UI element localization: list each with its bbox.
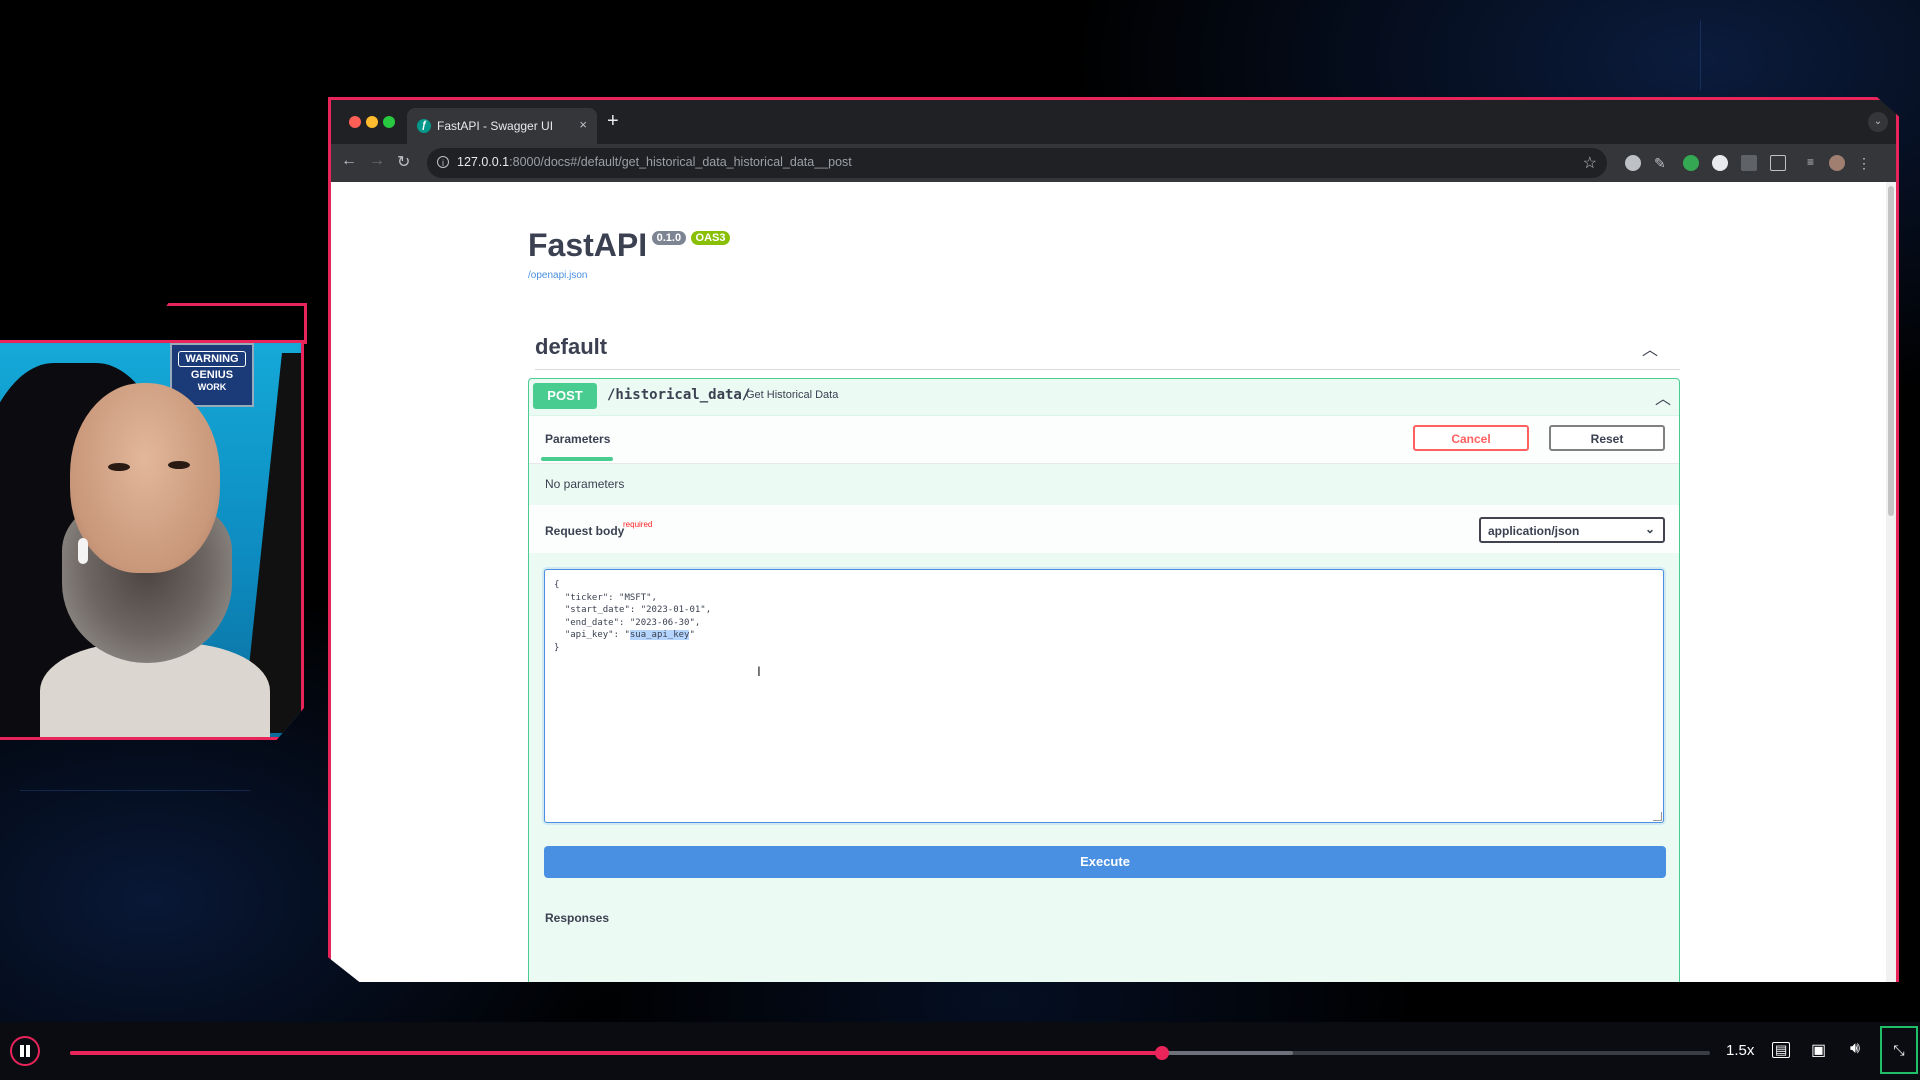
white-extension-icon[interactable] bbox=[1712, 155, 1728, 171]
json-close: } bbox=[554, 642, 560, 653]
close-window-button[interactable] bbox=[349, 116, 361, 128]
played-bar bbox=[70, 1051, 1163, 1055]
json-start-date: "start_date": "2023-01-01", bbox=[554, 605, 712, 615]
json-open: { bbox=[554, 580, 560, 590]
api-title: FastAPI bbox=[528, 227, 648, 263]
section-default[interactable]: default ︿ bbox=[535, 334, 1680, 370]
tab-title: FastAPI - Swagger UI bbox=[437, 119, 554, 133]
selected-api-key: sua_api_key bbox=[629, 630, 690, 640]
active-tab-indicator bbox=[541, 457, 613, 461]
exit-fullscreen-button[interactable]: ⤡ bbox=[1880, 1026, 1918, 1074]
back-icon[interactable]: ← bbox=[341, 152, 357, 170]
version-badge: 0.1.0 bbox=[651, 231, 687, 245]
required-marker: required bbox=[623, 520, 653, 529]
url-text: 127.0.0.1:8000/docs#/default/get_histori… bbox=[457, 155, 852, 169]
webcam-frame-tab bbox=[142, 303, 307, 344]
chevron-up-icon[interactable]: ︿ bbox=[1642, 336, 1658, 360]
volume-icon[interactable]: 🔊︎ bbox=[1850, 1040, 1860, 1058]
earbud bbox=[78, 538, 88, 564]
pause-button[interactable] bbox=[10, 1036, 40, 1066]
playback-speed-button[interactable]: 1.5x bbox=[1726, 1042, 1754, 1059]
picture-in-picture-icon[interactable]: ▣ bbox=[1811, 1040, 1826, 1060]
page-scrollbar[interactable] bbox=[1886, 182, 1896, 982]
json-api-key-suffix: " bbox=[689, 630, 695, 640]
tab-bar: ƒ FastAPI - Swagger UI × + ⌄ bbox=[331, 100, 1896, 144]
extension-icon[interactable] bbox=[1625, 155, 1641, 171]
info-icon[interactable]: i bbox=[437, 156, 449, 168]
poster-work-text: WORK bbox=[197, 382, 227, 392]
content-type-select[interactable]: application/json ⌄ bbox=[1479, 517, 1665, 543]
cancel-button[interactable]: Cancel bbox=[1413, 425, 1529, 451]
extensions-icon[interactable] bbox=[1770, 155, 1786, 171]
operation-block: POST /historical_data/ Get Historical Da… bbox=[528, 378, 1680, 982]
toolbar: ← → ↻ i 127.0.0.1:8000/docs#/default/get… bbox=[331, 144, 1896, 182]
progress-handle[interactable] bbox=[1155, 1046, 1170, 1060]
tab-parameters[interactable]: Parameters bbox=[545, 432, 610, 446]
menu-icon[interactable]: ⋮ bbox=[1857, 155, 1873, 171]
reset-button[interactable]: Reset bbox=[1549, 425, 1665, 451]
json-ticker: "ticker": "MSFT", bbox=[554, 592, 657, 603]
maximize-window-button[interactable] bbox=[383, 116, 395, 128]
method-badge: POST bbox=[533, 383, 597, 409]
decorative-line bbox=[20, 790, 250, 791]
video-player-bar: 1.5x ▤ ▣ 🔊︎ ⤡ bbox=[0, 1022, 1920, 1080]
request-body-json[interactable]: { "ticker": "MSFT", "start_date": "2023-… bbox=[554, 579, 711, 654]
eye bbox=[108, 463, 130, 471]
profile-avatar-icon[interactable] bbox=[1829, 155, 1845, 171]
captions-icon[interactable]: ▤ bbox=[1772, 1042, 1791, 1058]
no-parameters-text: No parameters bbox=[545, 477, 625, 491]
star-icon[interactable]: ☆ bbox=[1583, 153, 1597, 173]
reload-icon[interactable]: ↻ bbox=[397, 152, 410, 172]
tab-search-icon[interactable]: ⌄ bbox=[1868, 112, 1888, 132]
new-tab-button[interactable]: + bbox=[607, 110, 619, 133]
text-cursor-icon: I bbox=[757, 663, 761, 679]
execute-button[interactable]: Execute bbox=[544, 846, 1666, 878]
operation-description: Get Historical Data bbox=[746, 389, 839, 401]
decorative-line bbox=[1700, 20, 1701, 90]
json-api-key-prefix: "api_key": " bbox=[554, 630, 630, 640]
swagger-page: FastAPI 0.1.0 OAS3 /openapi.json default… bbox=[331, 182, 1896, 982]
browser-window: ƒ FastAPI - Swagger UI × + ⌄ ← → ↻ i 127… bbox=[328, 97, 1899, 982]
url-host: 127.0.0.1 bbox=[457, 155, 510, 169]
address-bar[interactable]: i 127.0.0.1:8000/docs#/default/get_histo… bbox=[427, 148, 1607, 178]
url-path: :8000/docs#/default/get_historical_data_… bbox=[509, 155, 852, 169]
minimize-window-button[interactable] bbox=[366, 116, 378, 128]
api-title-block: FastAPI 0.1.0 OAS3 bbox=[528, 227, 731, 264]
green-extension-icon[interactable] bbox=[1683, 155, 1699, 171]
parameters-header: Parameters Cancel Reset bbox=[529, 415, 1679, 464]
resize-handle[interactable] bbox=[1653, 812, 1662, 821]
forward-icon[interactable]: → bbox=[369, 152, 385, 170]
pen-extension-icon[interactable]: ✎ bbox=[1654, 155, 1670, 171]
progress-track[interactable] bbox=[70, 1046, 1710, 1060]
operation-summary[interactable]: POST /historical_data/ Get Historical Da… bbox=[529, 379, 1679, 416]
section-title: default bbox=[535, 334, 608, 359]
operation-path: /historical_data/ bbox=[607, 387, 751, 403]
gray-extension-icon[interactable] bbox=[1741, 155, 1757, 171]
tab-fastapi[interactable]: ƒ FastAPI - Swagger UI × bbox=[407, 108, 597, 144]
scroll-thumb[interactable] bbox=[1888, 186, 1894, 516]
poster-genius-text: GENIUS bbox=[190, 369, 234, 381]
oas-badge: OAS3 bbox=[690, 231, 731, 245]
request-body-label: Request body bbox=[545, 524, 625, 538]
chevron-down-icon: ⌄ bbox=[1644, 522, 1655, 536]
fastapi-favicon-icon: ƒ bbox=[417, 119, 431, 133]
content-type-value: application/json bbox=[1488, 524, 1580, 538]
request-body-header: Request body required application/json ⌄ bbox=[529, 505, 1679, 553]
tab-close-icon[interactable]: × bbox=[579, 117, 587, 132]
webcam-feed: WARNING GENIUS WORK bbox=[0, 340, 304, 740]
request-body-editor[interactable]: { "ticker": "MSFT", "start_date": "2023-… bbox=[544, 569, 1664, 823]
eye bbox=[168, 461, 190, 469]
json-end-date: "end_date": "2023-06-30", bbox=[554, 617, 701, 628]
responses-heading: Responses bbox=[545, 911, 610, 925]
chevron-up-icon[interactable]: ︿ bbox=[1655, 385, 1671, 409]
head bbox=[70, 383, 220, 573]
poster-warning-text: WARNING bbox=[178, 351, 246, 367]
openapi-link[interactable]: /openapi.json bbox=[528, 270, 588, 281]
media-control-icon[interactable]: ≡ bbox=[1807, 155, 1823, 171]
